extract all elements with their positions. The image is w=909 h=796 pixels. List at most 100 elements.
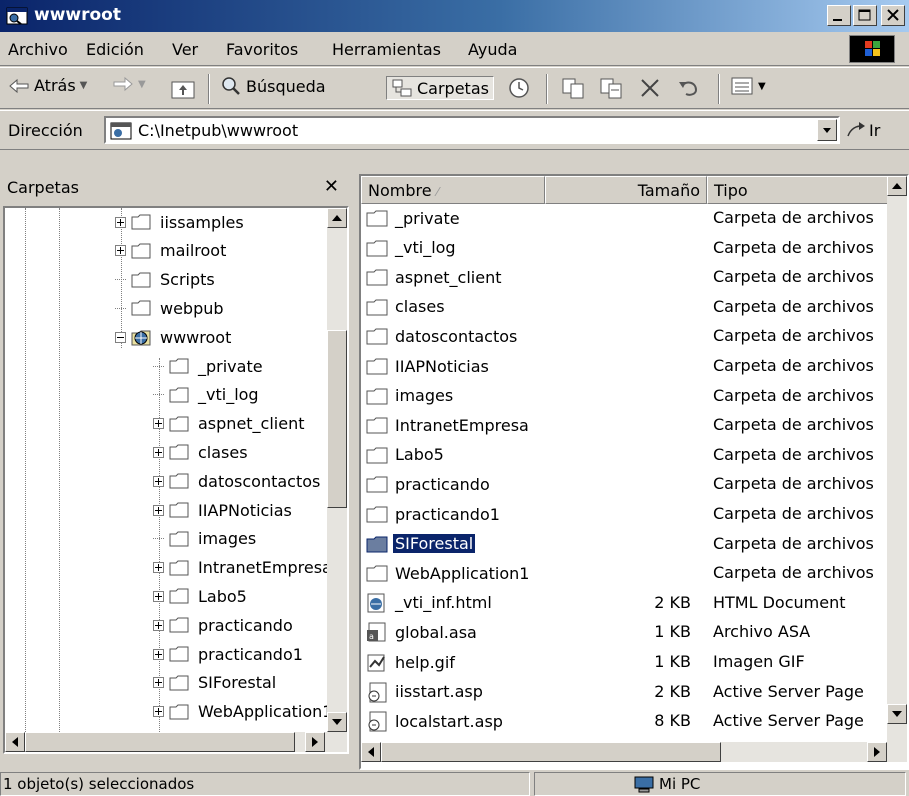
file-row[interactable]: aspnet_client Carpeta de archivos — [361, 263, 891, 292]
tree-item--private[interactable]: _private — [153, 352, 263, 380]
tree-item-webpub[interactable]: webpub — [115, 294, 224, 322]
file-row[interactable]: Labo5 Carpeta de archivos — [361, 441, 891, 470]
scroll-right-button[interactable] — [305, 732, 325, 752]
file-scroll-right-button[interactable] — [867, 742, 887, 762]
file-row[interactable]: IIAPNoticias Carpeta de archivos — [361, 352, 891, 381]
forward-button[interactable]: ▼ — [112, 76, 146, 92]
file-row[interactable]: WebApplication1 Carpeta de archivos — [361, 559, 891, 588]
expand-plus-icon[interactable] — [153, 648, 164, 660]
expand-plus-icon[interactable] — [153, 475, 164, 487]
file-row[interactable]: help.gif 1 KB Imagen GIF — [361, 648, 891, 677]
minimize-button[interactable] — [827, 5, 851, 26]
title-bar[interactable]: wwwroot — [0, 0, 909, 32]
tree-item-siforestal[interactable]: SIForestal — [153, 669, 276, 697]
folder-tree[interactable]: iissamples mailroot Scripts webpub wwwroot _p… — [3, 206, 349, 754]
menu-favoritos[interactable]: Favoritos — [226, 40, 298, 59]
menu-ver[interactable]: Ver — [172, 40, 198, 59]
up-folder-button[interactable] — [170, 76, 196, 104]
expand-plus-icon[interactable] — [153, 418, 164, 430]
file-name: aspnet_client — [395, 267, 502, 287]
folder-tree-vertical-scrollbar[interactable] — [327, 208, 347, 752]
tree-item-datoscontactos[interactable]: datoscontactos — [153, 467, 320, 495]
file-list-vertical-scrollbar[interactable] — [887, 176, 907, 742]
folders-button[interactable]: Carpetas — [386, 76, 494, 100]
close-window-button[interactable] — [881, 5, 905, 26]
file-row[interactable]: _private Carpeta de archivos — [361, 204, 891, 233]
expand-plus-icon[interactable] — [153, 706, 164, 718]
expand-plus-icon[interactable] — [115, 245, 126, 257]
tree-item-practicando1[interactable]: practicando1 — [153, 640, 303, 668]
tree-item--vti-log[interactable]: _vti_log — [153, 381, 259, 409]
h-scroll-thumb[interactable] — [25, 732, 295, 752]
menu-herramientas[interactable]: Herramientas — [332, 40, 441, 59]
expand-plus-icon[interactable] — [115, 216, 126, 228]
delete-button[interactable] — [638, 76, 662, 104]
column-header-name[interactable]: Nombre ⁄ — [361, 176, 545, 204]
file-list-horizontal-scrollbar[interactable] — [361, 742, 907, 762]
menu-edicion[interactable]: Edición — [86, 40, 144, 59]
file-h-scroll-thumb[interactable] — [381, 742, 721, 762]
expand-plus-icon[interactable] — [153, 504, 164, 516]
back-button[interactable]: Atrás ▼ — [8, 76, 87, 95]
address-field[interactable]: C:\Inetpub\wwwroot — [104, 116, 840, 144]
tree-item-practicando[interactable]: practicando — [153, 611, 293, 639]
file-row[interactable]: localstart.asp 8 KB Active Server Page — [361, 707, 891, 736]
tree-item-clases[interactable]: clases — [153, 438, 248, 466]
expand-plus-icon[interactable] — [153, 590, 164, 602]
file-row[interactable]: practicando Carpeta de archivos — [361, 470, 891, 499]
tree-item-wwwroot[interactable]: wwwroot — [115, 323, 231, 351]
file-scroll-up-button[interactable] — [887, 176, 907, 196]
views-button[interactable]: ▼ — [730, 76, 766, 96]
column-header-type[interactable]: Tipo — [707, 176, 893, 204]
menu-ayuda[interactable]: Ayuda — [468, 40, 517, 59]
file-row[interactable]: _vti_log Carpeta de archivos — [361, 234, 891, 263]
column-header-size[interactable]: Tamaño — [545, 176, 707, 204]
file-row[interactable]: images Carpeta de archivos — [361, 382, 891, 411]
forward-dropdown-icon[interactable]: ▼ — [138, 79, 146, 90]
scroll-up-button[interactable] — [327, 208, 347, 228]
file-row[interactable]: iisstart.asp 2 KB Active Server Page — [361, 678, 891, 707]
tree-item-webapplication1[interactable]: WebApplication1 — [153, 698, 332, 726]
scroll-down-button[interactable] — [327, 712, 347, 732]
tree-item-iissamples[interactable]: iissamples — [115, 208, 244, 236]
tree-item-scripts[interactable]: Scripts — [115, 266, 215, 294]
close-pane-icon[interactable]: ✕ — [324, 176, 339, 197]
maximize-button[interactable] — [853, 5, 877, 26]
scroll-thumb[interactable] — [327, 330, 347, 508]
file-row[interactable]: a global.asa 1 KB Archivo ASA — [361, 618, 891, 647]
expand-plus-icon[interactable] — [153, 562, 164, 574]
expand-plus-icon[interactable] — [153, 677, 164, 689]
back-dropdown-icon[interactable]: ▼ — [80, 80, 88, 91]
tree-item-iiapnoticias[interactable]: IIAPNoticias — [153, 496, 292, 524]
expand-plus-icon[interactable] — [153, 446, 164, 458]
tree-item-images[interactable]: images — [153, 525, 256, 553]
go-button[interactable]: Ir — [845, 120, 880, 140]
file-row[interactable]: clases Carpeta de archivos — [361, 293, 891, 322]
scroll-left-button[interactable] — [5, 732, 25, 752]
pane-splitter[interactable] — [349, 164, 359, 770]
file-scroll-down-button[interactable] — [887, 704, 907, 724]
file-row[interactable]: datoscontactos Carpeta de archivos — [361, 322, 891, 351]
file-row[interactable]: _vti_inf.html 2 KB HTML Document — [361, 589, 891, 618]
search-button[interactable]: Búsqueda — [220, 76, 326, 96]
address-dropdown-button[interactable] — [817, 119, 837, 141]
move-to-button[interactable] — [560, 76, 586, 104]
collapse-minus-icon[interactable] — [115, 331, 126, 343]
tree-item-intranetempresa[interactable]: IntranetEmpresa — [153, 554, 332, 582]
expand-plus-icon[interactable] — [153, 619, 164, 631]
views-dropdown-icon[interactable]: ▼ — [758, 81, 766, 92]
file-row[interactable]: practicando1 Carpeta de archivos — [361, 500, 891, 529]
file-scroll-left-button[interactable] — [361, 742, 381, 762]
menu-archivo[interactable]: Archivo — [8, 40, 68, 59]
tree-item-label: webpub — [160, 298, 224, 318]
file-row[interactable]: IntranetEmpresa Carpeta de archivos — [361, 411, 891, 440]
folder-tree-horizontal-scrollbar[interactable] — [5, 732, 327, 752]
tree-item-aspnet-client[interactable]: aspnet_client — [153, 410, 305, 438]
history-button[interactable] — [506, 76, 532, 104]
file-row[interactable]: SIForestal Carpeta de archivos — [361, 530, 891, 559]
tree-item-mailroot[interactable]: mailroot — [115, 237, 226, 265]
move-to-icon — [562, 78, 584, 99]
tree-item-labo5[interactable]: Labo5 — [153, 582, 247, 610]
copy-to-button[interactable] — [598, 76, 624, 104]
undo-button[interactable] — [676, 76, 702, 104]
